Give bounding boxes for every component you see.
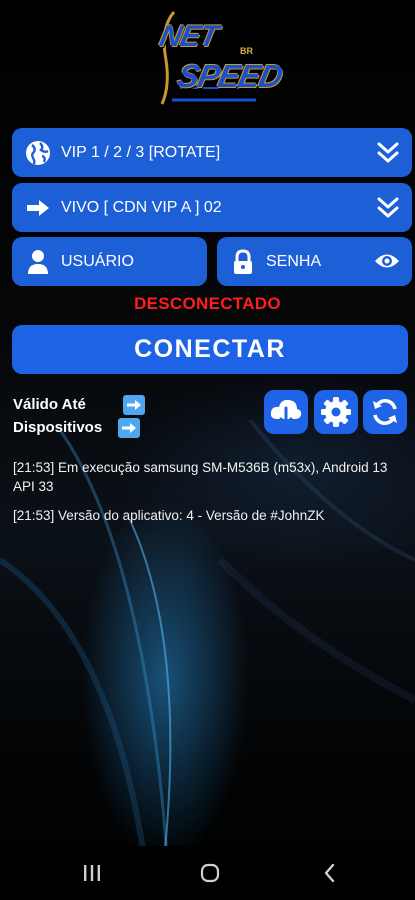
arrow-right-icon	[118, 418, 140, 438]
arrow-right-icon	[25, 195, 51, 221]
server-select-label: VIP 1 / 2 / 3 [ROTATE]	[61, 143, 221, 161]
log-entry: [21:53] Em execução samsung SM-M536B (m5…	[13, 460, 388, 494]
download-button[interactable]	[264, 390, 308, 434]
chevron-double-down-icon	[377, 142, 399, 162]
eye-icon[interactable]	[374, 250, 400, 272]
settings-button[interactable]	[314, 390, 358, 434]
connection-status: DESCONECTADO	[134, 294, 281, 313]
app-logo: NET BR SPEED	[148, 2, 285, 106]
logo-text-top: NET	[156, 20, 221, 53]
recent-apps-icon[interactable]	[80, 862, 104, 884]
username-placeholder: USUÁRIO	[61, 252, 134, 270]
chevron-double-down-icon	[377, 197, 399, 217]
refresh-button[interactable]	[363, 390, 407, 434]
back-icon[interactable]	[318, 862, 342, 884]
valid-until-label: Válido Até	[13, 396, 86, 413]
log-entry: [21:53] Versão do aplicativo: 4 - Versão…	[13, 508, 325, 523]
lock-icon	[230, 248, 256, 275]
logo-text-bottom: SPEED	[174, 58, 286, 94]
username-field[interactable]: USUÁRIO	[12, 237, 207, 286]
devices-label: Dispositivos	[13, 419, 103, 436]
gear-icon	[321, 397, 351, 427]
password-placeholder: SENHA	[266, 252, 322, 270]
network-select-label: VIVO [ CDN VIP A ] 02	[61, 198, 222, 216]
arrow-right-icon	[123, 395, 145, 415]
network-select[interactable]: VIVO [ CDN VIP A ] 02	[12, 183, 412, 232]
server-select[interactable]: VIP 1 / 2 / 3 [ROTATE]	[12, 128, 412, 177]
system-nav-bar	[0, 846, 415, 900]
logo-suffix: BR	[240, 46, 253, 56]
home-icon[interactable]	[198, 862, 222, 884]
connect-button[interactable]: CONECTAR	[12, 325, 408, 374]
refresh-icon	[373, 399, 397, 425]
globe-icon	[25, 140, 51, 166]
download-icon	[270, 399, 302, 427]
password-field[interactable]: SENHA	[217, 237, 412, 286]
user-icon	[25, 249, 51, 275]
